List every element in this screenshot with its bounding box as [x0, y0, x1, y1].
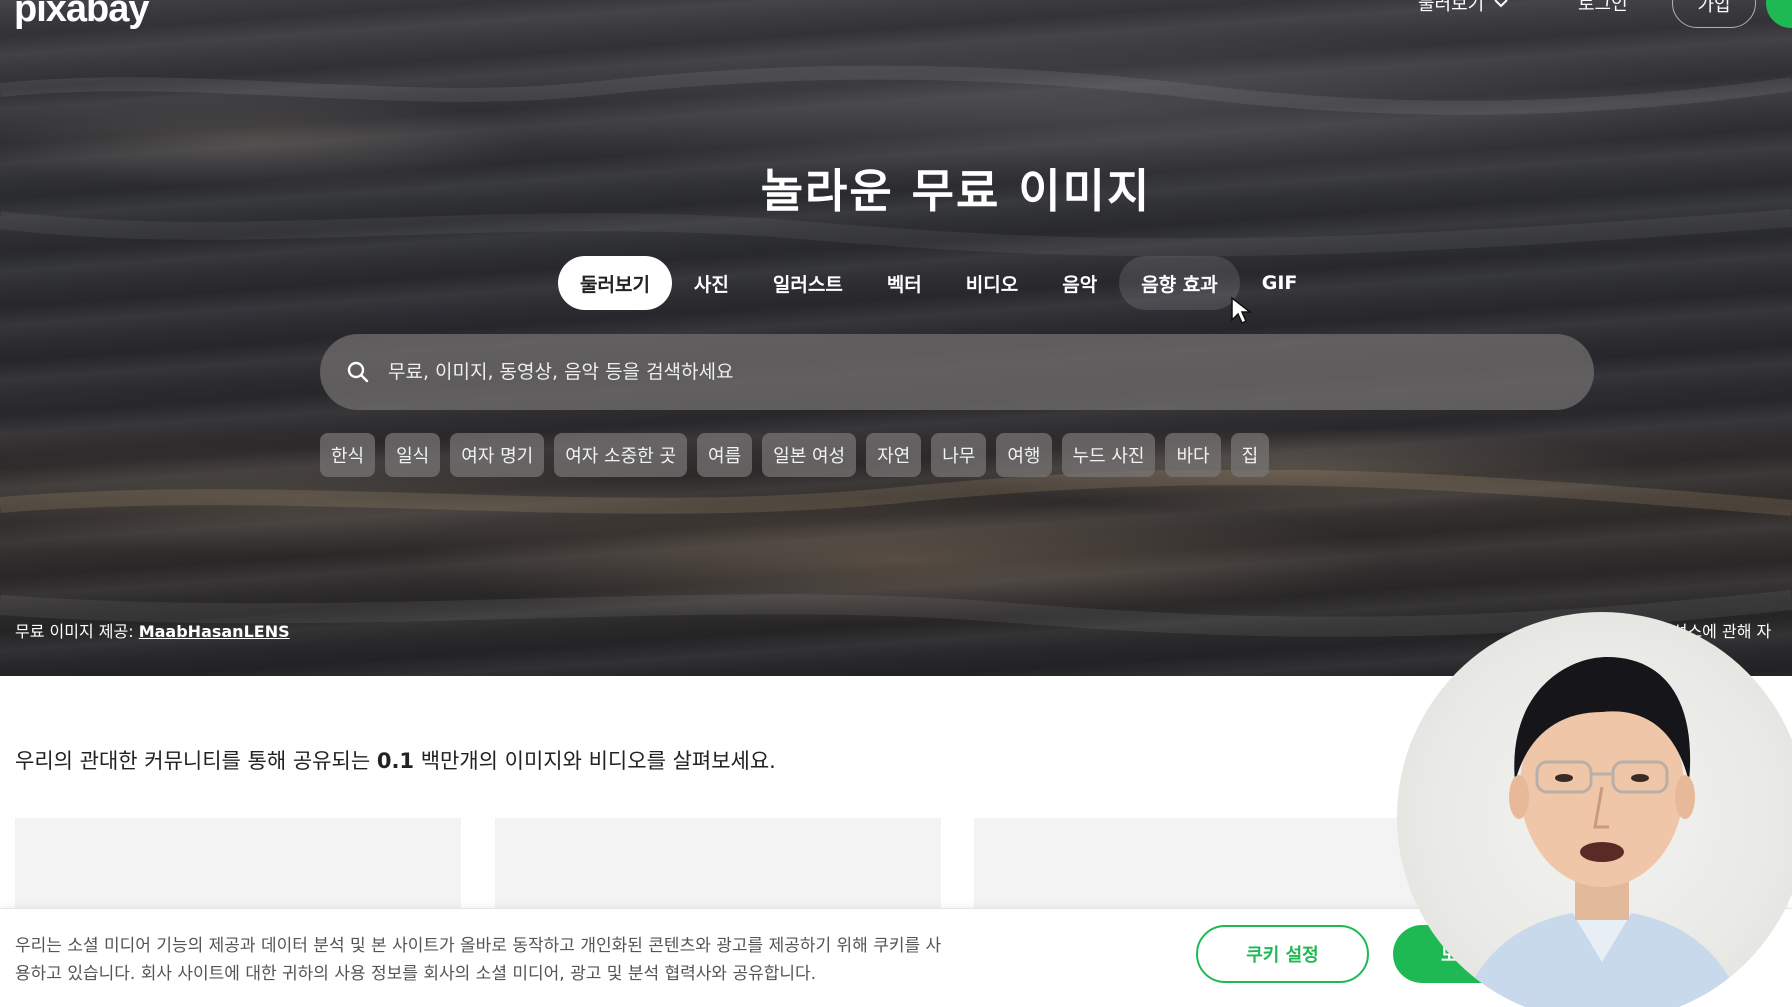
community-count: 0.1 — [376, 749, 415, 773]
water-ripple — [0, 470, 1792, 516]
tab-vectors[interactable]: 벡터 — [865, 256, 944, 310]
cookie-message-line2: 용하고 있습니다. 회사 사이트에 대한 귀하의 사용 정보를 회사의 소셜 미… — [15, 964, 817, 984]
nav-explore-label: 둘러보기 — [1418, 0, 1485, 15]
tag-chip[interactable]: 여름 — [697, 433, 753, 477]
tag-chip[interactable]: 일식 — [385, 433, 441, 477]
media-type-tabs: 둘러보기 사진 일러스트 벡터 비디오 음악 음향 효과 GIF — [558, 256, 1319, 310]
login-link[interactable]: 로그인 — [1578, 0, 1628, 16]
search-input[interactable] — [388, 361, 1538, 383]
tab-videos[interactable]: 비디오 — [944, 256, 1040, 310]
tab-illustrations[interactable]: 일러스트 — [751, 256, 865, 310]
presenter-figure — [1461, 657, 1743, 1007]
tag-chip[interactable]: 여자 명기 — [450, 433, 545, 477]
search-bar[interactable] — [320, 334, 1594, 410]
cookie-settings-button[interactable]: 쿠키 설정 — [1196, 925, 1369, 983]
chevron-down-icon — [1494, 0, 1508, 8]
tab-explore[interactable]: 둘러보기 — [558, 256, 672, 310]
trending-tags: 한식 일식 여자 명기 여자 소중한 곳 여름 일본 여성 자연 나무 여행 누… — [320, 433, 1270, 477]
tag-chip[interactable]: 집 — [1230, 433, 1270, 477]
tag-chip[interactable]: 여행 — [996, 433, 1052, 477]
image-credit: 무료 이미지 제공: MaabHasanLENS — [15, 618, 290, 642]
join-button[interactable]: 가입 — [1672, 0, 1756, 28]
tag-chip[interactable]: 자연 — [866, 433, 922, 477]
tab-sound-effects[interactable]: 음향 효과 — [1119, 256, 1240, 310]
credit-label: 무료 이미지 제공: — [15, 622, 134, 641]
tag-chip[interactable]: 바다 — [1165, 433, 1221, 477]
community-suffix: 백만개의 이미지와 비디오를 살펴보세요. — [414, 749, 776, 773]
community-intro: 우리의 관대한 커뮤니티를 통해 공유되는 0.1 백만개의 이미지와 비디오를… — [15, 745, 776, 775]
mouse-cursor-icon — [1231, 296, 1253, 325]
page-title: 놀라운 무료 이미지 — [760, 164, 1152, 218]
license-suffix: 에 관해 자 — [1702, 622, 1772, 641]
cookie-message: 우리는 소셜 미디어 기능의 제공과 데이터 분석 및 본 사이트가 올바로 동… — [15, 932, 1075, 988]
tag-chip[interactable]: 누드 사진 — [1061, 433, 1156, 477]
community-prefix: 우리의 관대한 커뮤니티를 통해 공유되는 — [15, 749, 377, 773]
hero-section: pixabay 둘러보기 로그인 가입 놀라운 무료 이미지 둘러보기 사진 일… — [0, 0, 1792, 676]
tag-chip[interactable]: 여자 소중한 곳 — [554, 433, 688, 477]
tag-chip[interactable]: 나무 — [931, 433, 987, 477]
nav-explore-dropdown[interactable]: 둘러보기 — [1418, 0, 1508, 16]
credit-author-link[interactable]: MaabHasanLENS — [139, 622, 290, 641]
presenter-webcam-overlay — [1397, 612, 1792, 1007]
water-ripple — [0, 65, 1792, 115]
tag-chip[interactable]: 한식 — [320, 433, 376, 477]
search-icon[interactable] — [346, 360, 370, 384]
tab-music[interactable]: 음악 — [1040, 256, 1119, 310]
pixabay-logo[interactable]: pixabay — [14, 0, 150, 31]
upload-button[interactable] — [1766, 0, 1792, 28]
tag-chip[interactable]: 일본 여성 — [762, 433, 857, 477]
cookie-message-line1: 우리는 소셜 미디어 기능의 제공과 데이터 분석 및 본 사이트가 올바로 동… — [15, 936, 942, 956]
tab-photos[interactable]: 사진 — [672, 256, 751, 310]
